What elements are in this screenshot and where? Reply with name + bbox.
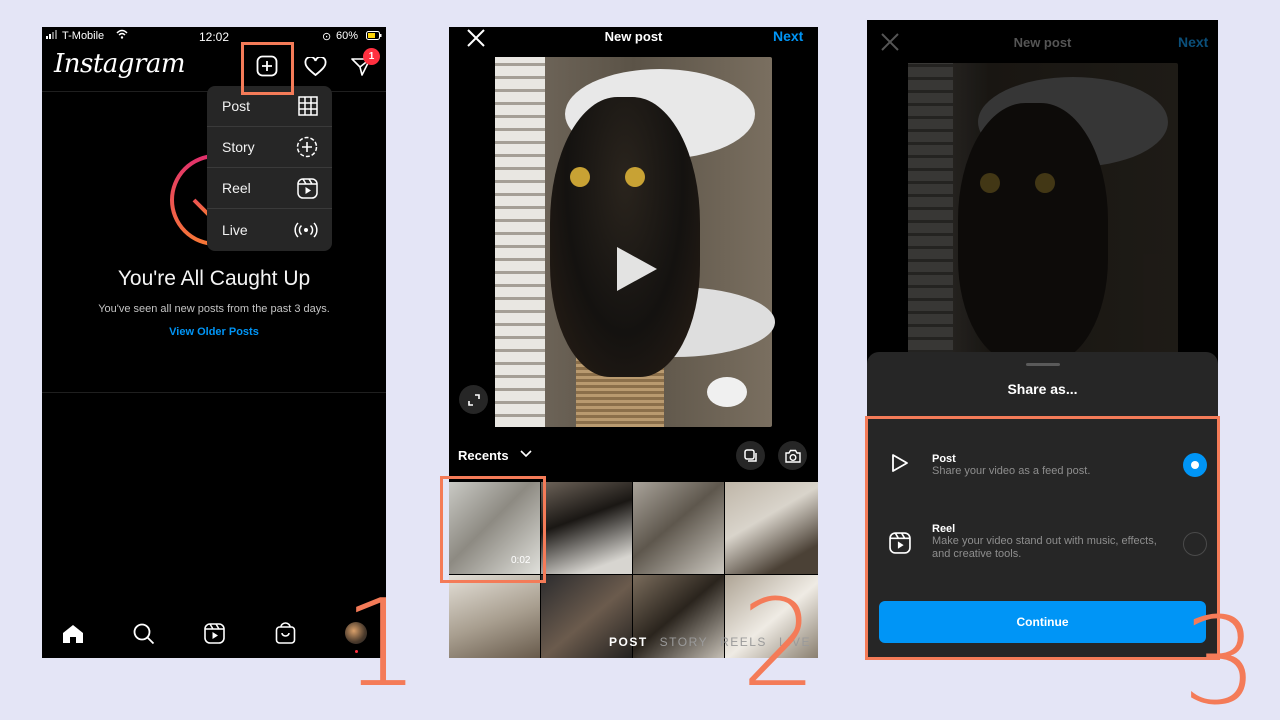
highlight-selected-video (440, 476, 546, 583)
cat-eye-right (625, 167, 645, 187)
cat-body (958, 103, 1108, 363)
next-button[interactable]: Next (773, 28, 803, 44)
grid-icon (298, 96, 318, 116)
create-dropdown-menu: Post Story Reel Live (207, 86, 332, 251)
view-older-posts-link[interactable]: View Older Posts (42, 326, 386, 338)
new-post-header: New post Next (449, 27, 818, 57)
media-thumbnail[interactable] (541, 482, 632, 574)
expand-icon[interactable] (459, 385, 488, 414)
menu-item-reel[interactable]: Reel (207, 168, 332, 209)
cat-paw (707, 377, 747, 407)
share-as-title: Share as... (1007, 381, 1078, 397)
step-number-1: 1 (343, 575, 420, 714)
cat-eye-left (980, 173, 1000, 193)
highlight-create-button (241, 42, 294, 95)
tab-post[interactable]: POST (609, 635, 648, 649)
heart-icon[interactable] (304, 57, 327, 77)
battery-icon (366, 31, 382, 40)
media-thumbnail[interactable] (449, 575, 540, 658)
highlight-share-options (865, 416, 1220, 660)
chevron-down-icon[interactable] (520, 450, 532, 458)
recents-label[interactable]: Recents (458, 448, 509, 463)
phone-screen-1: T-Mobile 12:02 ⊙ 60% Instagram 1 Post St… (42, 27, 386, 658)
step-number-3: 3 (1182, 593, 1259, 720)
video-preview-dimmed (908, 63, 1178, 363)
cat-body (550, 97, 700, 377)
media-thumbnail[interactable] (725, 482, 818, 574)
home-icon[interactable] (62, 624, 84, 644)
bottom-nav-bar (42, 610, 386, 658)
multi-select-icon[interactable] (736, 441, 765, 470)
shop-icon[interactable] (275, 622, 296, 644)
camera-icon[interactable] (778, 441, 807, 470)
signal-icon (46, 30, 60, 39)
search-icon[interactable] (133, 623, 155, 645)
cat-eye-left (570, 167, 590, 187)
caught-up-title: You're All Caught Up (117, 267, 311, 290)
window-blinds (495, 57, 545, 427)
caught-up-subtitle: You've seen all new posts from the past … (98, 303, 330, 315)
window-blinds (908, 63, 953, 363)
header-title: New post (604, 29, 663, 44)
menu-item-label: Post (222, 98, 251, 114)
menu-item-label: Story (222, 139, 255, 155)
reels-tab-icon[interactable] (204, 623, 225, 644)
notification-badge: 1 (363, 48, 380, 65)
menu-item-label: Live (222, 221, 248, 238)
cat-eye-right (1035, 173, 1055, 193)
feed-divider (42, 392, 386, 393)
live-broadcast-icon (294, 221, 318, 238)
reel-icon (297, 177, 318, 199)
story-plus-icon (296, 136, 318, 158)
step-number-2: 2 (741, 575, 818, 714)
carrier-label: T-Mobile (62, 30, 105, 42)
video-preview[interactable] (495, 57, 775, 427)
tab-story[interactable]: STORY (660, 635, 708, 649)
media-thumbnail[interactable] (633, 482, 724, 574)
next-button[interactable]: Next (1178, 34, 1208, 50)
menu-item-label: Reel (222, 180, 251, 196)
play-icon[interactable] (611, 244, 661, 294)
location-icon: ⊙ (322, 31, 332, 43)
menu-item-story[interactable]: Story (207, 127, 332, 168)
header-title: New post (1013, 35, 1072, 50)
clock: 12:02 (199, 30, 230, 44)
menu-item-live[interactable]: Live (207, 209, 332, 250)
battery-label: 60% (336, 30, 359, 42)
instagram-logo: Instagram (54, 49, 186, 79)
wifi-icon (116, 29, 128, 39)
sheet-drag-handle[interactable] (1026, 363, 1060, 366)
